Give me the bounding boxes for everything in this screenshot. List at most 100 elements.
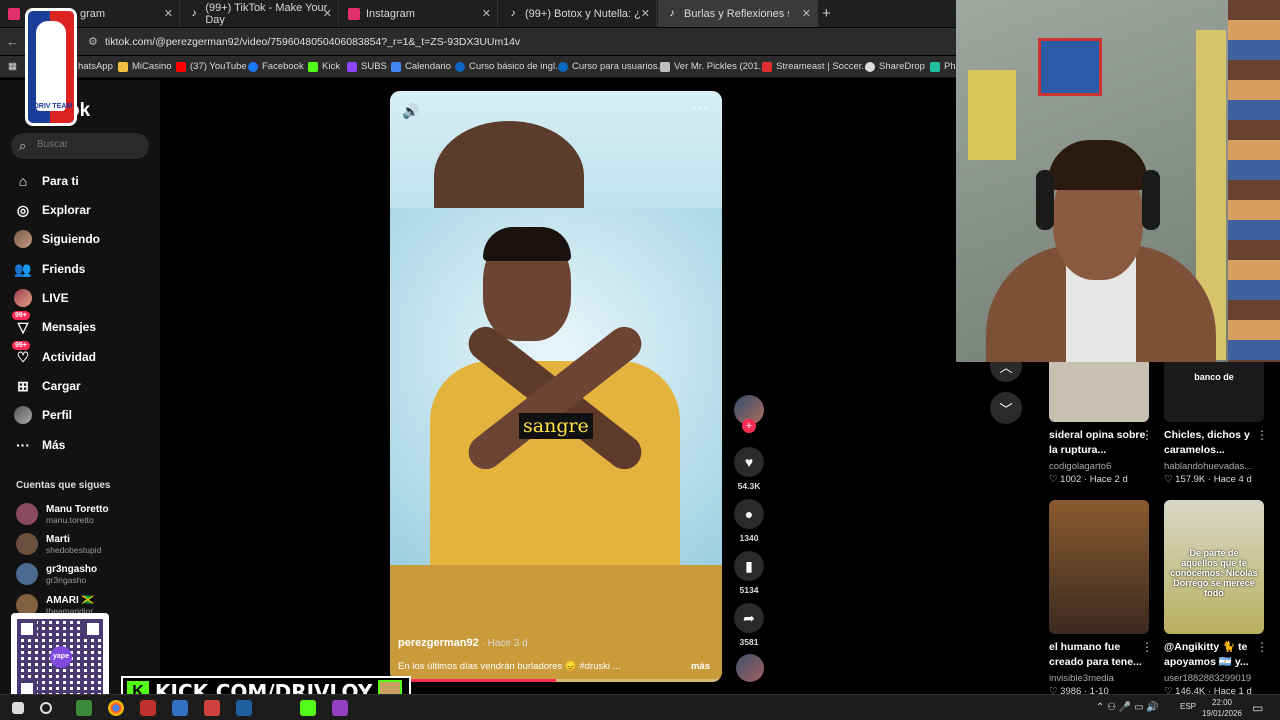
video-author[interactable]: perezgerman92 · Hace 3 d (398, 637, 528, 649)
close-icon[interactable]: ✕ (482, 7, 491, 20)
bookmark-curso-ingles[interactable]: Curso básico de ingl... (455, 61, 563, 72)
description-more-button[interactable]: más (691, 661, 710, 672)
like-button[interactable]: ♥ 54.3K (734, 447, 764, 491)
close-icon[interactable]: ✕ (164, 7, 173, 20)
comment-button[interactable]: ● 1340 (734, 499, 764, 543)
taskbar-app-icon[interactable] (204, 700, 220, 716)
next-video-button[interactable]: ﹀ (990, 392, 1022, 424)
bookmark-mr-pickles[interactable]: Ver Mr. Pickles (201... (660, 61, 766, 72)
volume-icon[interactable]: 🔊 (402, 103, 419, 120)
following-name: Manu Toretto (46, 503, 109, 515)
video-progress-bar[interactable] (390, 679, 722, 682)
following-user: shedobestupid (46, 544, 102, 555)
windows-start-icon[interactable] (12, 702, 24, 714)
related-video-card[interactable]: el humano fue creado para tene... invisi… (1049, 500, 1153, 697)
nav-mensajes[interactable]: ▽ 99+ Mensajes (12, 311, 96, 336)
bookmark-micasino[interactable]: MiCasino (118, 61, 172, 72)
more-options-icon[interactable]: ⋮ (1256, 640, 1268, 654)
chrome-icon[interactable] (108, 700, 124, 716)
site-info-icon[interactable]: ⚙ (88, 35, 98, 48)
taskbar-app-icon[interactable] (140, 700, 156, 716)
tab-2[interactable]: Instagram ✕ (340, 0, 498, 27)
tiktok-icon: ♪ (191, 8, 197, 19)
nav-friends[interactable]: 👥 Friends (14, 260, 85, 278)
bookmark-kick[interactable]: Kick (308, 61, 340, 72)
bookmark-facebook[interactable]: Facebook (248, 61, 304, 72)
taskbar-app-icon[interactable] (300, 700, 316, 716)
wall-poster (968, 70, 1016, 160)
more-icon: ··· (16, 437, 30, 453)
tab-4-active[interactable]: ♪ Burlas y Reflexiones sobre ... ✕ (658, 0, 818, 27)
card-title: sideral opina sobre la ruptura... (1049, 429, 1146, 456)
nav-live[interactable]: LIVE (14, 289, 69, 307)
related-video-card[interactable]: De parte de aquellos que te conocemos: N… (1164, 500, 1268, 697)
tab-3[interactable]: ♪ (99+) Botox y Nutella: ¿Risas o l... ✕ (499, 0, 657, 27)
activity-icon: ♡ 99+ (12, 341, 32, 366)
youtube-icon (176, 61, 186, 72)
notification-icon[interactable]: ▭ (1252, 701, 1263, 715)
qr-corner (83, 619, 103, 639)
music-disc-icon[interactable] (736, 654, 764, 682)
nav-actividad[interactable]: ♡ 99+ Actividad (12, 341, 96, 366)
more-options-icon[interactable]: ⋮ (1141, 428, 1153, 442)
apps-icon[interactable]: ▦ (8, 61, 17, 72)
bookmark-sharedrop[interactable]: ShareDrop (865, 61, 925, 72)
more-options-icon[interactable]: ⋮ (1141, 640, 1153, 654)
bookmark-curso-usuarios[interactable]: Curso para usuarios... (558, 61, 665, 72)
language-indicator[interactable]: ESP (1180, 702, 1196, 711)
micasino-icon (118, 61, 128, 72)
nav-explorar[interactable]: ◎ Explorar (14, 201, 91, 219)
taskbar-app-icon[interactable] (76, 700, 92, 716)
bookmark-youtube[interactable]: (37) YouTube (176, 61, 247, 72)
url-text[interactable]: tiktok.com/@perezgerman92/video/75960480… (105, 36, 520, 48)
close-icon[interactable]: ✕ (802, 7, 811, 20)
wall-poster (1038, 38, 1102, 96)
taskbar-app-icon[interactable] (172, 700, 188, 716)
clock[interactable]: 22:00 19/01/2026 (1200, 697, 1244, 719)
bookmark-calendario[interactable]: Calendario (391, 61, 451, 72)
card-user: user1882883299019 (1164, 673, 1252, 684)
new-tab-button[interactable]: + (822, 5, 831, 22)
yape-logo: yape (50, 646, 72, 668)
nav-para-ti[interactable]: ⌂ Para ti (14, 172, 79, 190)
nav-mas[interactable]: ··· Más (14, 436, 65, 454)
follow-plus-icon[interactable]: + (742, 419, 756, 433)
bookmark-button[interactable]: ▮ 5134 (734, 551, 764, 595)
system-tray-icons[interactable]: ⌃ ⚇ 🎤 ▭ 🔊 (1096, 702, 1159, 713)
share-count: 3581 (739, 637, 759, 647)
search-box[interactable]: ⌕ (11, 133, 149, 159)
related-video-card[interactable]: sideral opina sobre la ruptura... codigo… (1049, 362, 1153, 485)
nav-perfil[interactable]: Perfil (14, 406, 72, 424)
following-item[interactable]: Manu Toretto manu.toretto (16, 503, 109, 525)
clock-time: 22:00 (1211, 698, 1233, 707)
back-icon[interactable]: ← (6, 34, 19, 49)
taskbar-app-icon[interactable] (236, 700, 252, 716)
video-player[interactable]: sangre 🔊 ··· perezgerman92 · Hace 3 d En… (390, 91, 722, 682)
calendar-icon (391, 61, 401, 72)
close-icon[interactable]: ✕ (641, 7, 650, 20)
card-title: @Angikitty 🐈 te apoyamos 🇦🇷 y... (1164, 641, 1249, 668)
nav-label: LIVE (42, 291, 69, 305)
following-item[interactable]: gr3ngasho gr3ngasho (16, 563, 97, 585)
nav-label: Más (42, 438, 66, 452)
following-item[interactable]: Marti shedobestupid (16, 533, 101, 555)
close-icon[interactable]: ✕ (323, 7, 332, 20)
bookmark-subs[interactable]: SUBS (347, 61, 387, 72)
search-input[interactable] (37, 139, 142, 150)
related-video-card[interactable]: banco de Chicles, dichos y caramelos... … (1164, 362, 1268, 485)
tab-1[interactable]: ♪ (99+) TikTok - Make Your Day ✕ (181, 0, 339, 27)
bookmark-label: (37) YouTube (190, 61, 247, 72)
search-icon[interactable] (40, 702, 52, 714)
taskbar-app-icon[interactable] (332, 700, 348, 716)
more-options-icon[interactable]: ⋮ (1256, 428, 1268, 442)
notification-badge: 99+ (12, 341, 30, 350)
more-options-icon[interactable]: ··· (692, 99, 708, 117)
comment-count: 1340 (739, 533, 759, 543)
bookmark-icon: ▮ (734, 551, 764, 581)
share-button[interactable]: ➦ 3581 (734, 603, 764, 647)
nav-label: Explorar (42, 203, 91, 217)
bookmark-streameast[interactable]: Streameast | Soccer... (762, 61, 869, 72)
bookmark-whatsapp[interactable]: hatsApp (78, 61, 113, 72)
nav-cargar[interactable]: ⊞ Cargar (14, 377, 81, 395)
nav-siguiendo[interactable]: Siguiendo (14, 230, 100, 248)
